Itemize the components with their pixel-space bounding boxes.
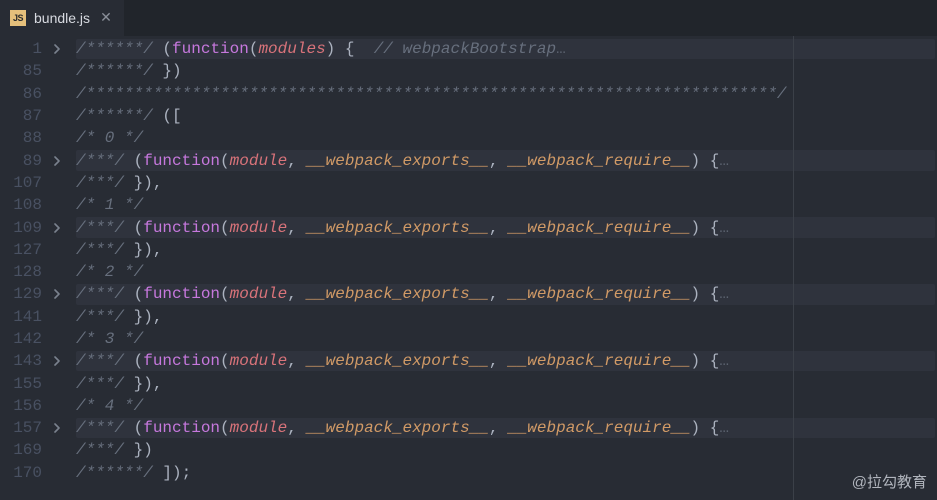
code-content: /***/ (function(module, __webpack_export… [66,152,729,170]
code-line[interactable]: 157 /***/ (function(module, __webpack_exp… [0,417,937,439]
code-content: /***/ }), [66,308,162,326]
code-content: /***/ }), [66,375,162,393]
code-line[interactable]: 89 /***/ (function(module, __webpack_expo… [0,149,937,171]
tab-bar: JS bundle.js ✕ [0,0,937,36]
chevron-right-icon[interactable] [52,156,62,166]
chevron-right-icon[interactable] [52,356,62,366]
chevron-right-icon[interactable] [52,223,62,233]
code-content: /***************************************… [66,85,787,103]
code-content: /******/ (function(modules) { // webpack… [66,40,566,58]
fold-gutter[interactable] [48,356,66,366]
fold-gutter[interactable] [48,44,66,54]
code-line[interactable]: 87/******/ ([ [0,105,937,127]
line-number: 1 [0,40,48,58]
code-line[interactable]: 143 /***/ (function(module, __webpack_exp… [0,350,937,372]
code-line[interactable]: 85/******/ }) [0,60,937,82]
watermark: @拉勾教育 [852,471,927,492]
code-content: /* 2 */ [66,263,143,281]
code-content: /***/ (function(module, __webpack_export… [66,419,729,437]
code-content: /******/ ]); [66,464,191,482]
fold-gutter[interactable] [48,289,66,299]
code-content: /* 1 */ [66,196,143,214]
close-icon[interactable]: ✕ [98,9,114,26]
code-line[interactable]: 109 /***/ (function(module, __webpack_exp… [0,216,937,238]
code-line[interactable]: 170/******/ ]); [0,462,937,484]
code-content: /******/ ([ [66,107,182,125]
code-line[interactable]: 1 /******/ (function(modules) { // webpac… [0,38,937,60]
code-content: /***/ (function(module, __webpack_export… [66,285,729,303]
code-line[interactable]: 127/***/ }), [0,239,937,261]
tab-filename: bundle.js [34,10,90,26]
chevron-right-icon[interactable] [52,289,62,299]
code-line[interactable]: 141/***/ }), [0,306,937,328]
code-line[interactable]: 156/* 4 */ [0,395,937,417]
fold-gutter[interactable] [48,223,66,233]
code-content: /***/ (function(module, __webpack_export… [66,219,729,237]
chevron-right-icon[interactable] [52,423,62,433]
code-line[interactable]: 88/* 0 */ [0,127,937,149]
line-number: 157 [0,419,48,437]
code-line[interactable]: 86/*************************************… [0,83,937,105]
code-line[interactable]: 107/***/ }), [0,172,937,194]
code-content: /* 3 */ [66,330,143,348]
code-line[interactable]: 129 /***/ (function(module, __webpack_exp… [0,283,937,305]
code-content: /***/ (function(module, __webpack_export… [66,352,729,370]
code-line[interactable]: 108/* 1 */ [0,194,937,216]
line-number: 129 [0,285,48,303]
fold-gutter[interactable] [48,156,66,166]
chevron-right-icon[interactable] [52,44,62,54]
code-line[interactable]: 169/***/ }) [0,439,937,461]
line-number: 109 [0,219,48,237]
line-number: 89 [0,152,48,170]
code-content: /* 0 */ [66,129,143,147]
code-line[interactable]: 142/* 3 */ [0,328,937,350]
js-file-icon: JS [10,10,26,26]
code-line[interactable]: 128/* 2 */ [0,261,937,283]
code-content: /***/ }), [66,174,162,192]
code-content: /* 4 */ [66,397,143,415]
code-content: /******/ }) [66,62,182,80]
line-number: 143 [0,352,48,370]
tab-bundle-js[interactable]: JS bundle.js ✕ [0,0,124,36]
fold-gutter[interactable] [48,423,66,433]
code-content: /***/ }) [66,441,153,459]
code-content: /***/ }), [66,241,162,259]
code-editor[interactable]: 1 /******/ (function(modules) { // webpac… [0,36,937,500]
code-line[interactable]: 155/***/ }), [0,372,937,394]
